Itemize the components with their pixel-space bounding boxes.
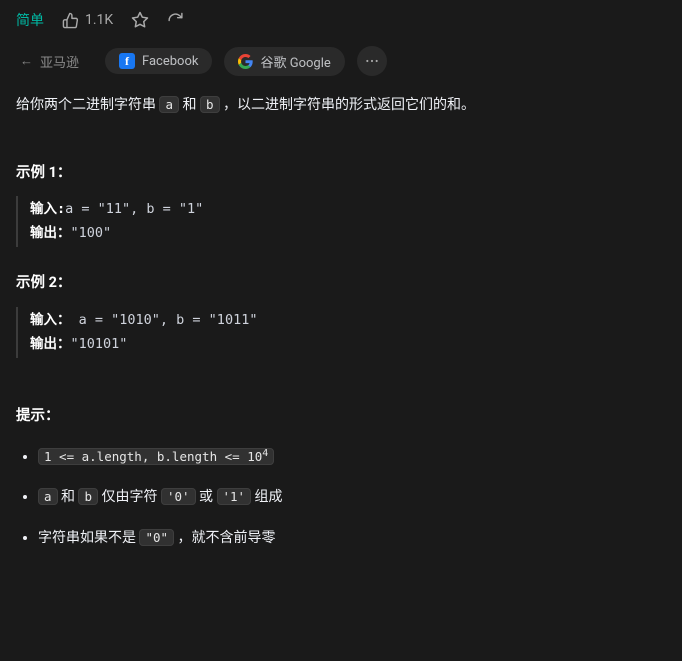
constraint-item: a 和 b 仅由字符 '0' 或 '1' 组成 xyxy=(38,484,666,511)
star-icon xyxy=(131,11,149,29)
tag-prev[interactable]: ← 亚马逊 xyxy=(16,47,93,76)
example1-block: 输入:a = "11", b = "1" 输出："100" xyxy=(16,196,666,247)
tag-label: 亚马逊 xyxy=(40,52,79,71)
like-button[interactable]: 1.1K xyxy=(62,12,113,29)
problem-description: 给你两个二进制字符串 a 和 b ，以二进制字符串的形式返回它们的和。 xyxy=(16,92,666,119)
google-icon xyxy=(238,54,253,69)
chevron-left-icon: ← xyxy=(20,53,33,69)
example2-title: 示例 2： xyxy=(16,269,666,297)
constraint-item: 字符串如果不是 "0" ，就不含前导零 xyxy=(38,525,666,552)
constraint-code: 1 <= a.length, b.length <= 104 xyxy=(38,448,274,465)
like-count: 1.1K xyxy=(85,12,113,28)
more-tags-button[interactable] xyxy=(357,46,387,76)
output-label: 输出： xyxy=(30,225,71,241)
output-label: 输出： xyxy=(30,336,71,352)
output-value: "100" xyxy=(71,225,112,241)
tag-facebook[interactable]: f Facebook xyxy=(105,48,212,74)
constraint-item: 1 <= a.length, b.length <= 104 xyxy=(38,444,666,471)
constraints-title: 提示： xyxy=(16,402,666,430)
company-tags: ← 亚马逊 f Facebook 谷歌 Google xyxy=(0,34,682,86)
difficulty-badge: 简单 xyxy=(16,10,44,30)
char-one: '1' xyxy=(217,488,252,505)
facebook-icon: f xyxy=(119,53,135,69)
share-icon xyxy=(167,12,184,29)
input-value: a = "11", b = "1" xyxy=(65,201,203,217)
tag-label: Facebook xyxy=(142,54,198,69)
var-b: b xyxy=(78,488,98,505)
var-b: b xyxy=(200,96,220,113)
tag-google[interactable]: 谷歌 Google xyxy=(224,47,344,76)
output-value: "10101" xyxy=(71,336,128,352)
thumbs-up-icon xyxy=(62,12,79,29)
example2-block: 输入： a = "1010", b = "1011" 输出："10101" xyxy=(16,307,666,358)
header-bar: 简单 1.1K xyxy=(0,0,682,34)
example1-title: 示例 1： xyxy=(16,159,666,187)
constraints-section: 提示： 1 <= a.length, b.length <= 104 a 和 b… xyxy=(16,402,666,551)
tag-label: 谷歌 Google xyxy=(260,52,330,71)
input-value: a = "1010", b = "1011" xyxy=(79,312,258,328)
input-label: 输入： xyxy=(30,312,71,328)
input-label: 输入: xyxy=(30,201,65,217)
var-a: a xyxy=(38,488,58,505)
share-button[interactable] xyxy=(167,12,184,29)
str-zero: "0" xyxy=(139,529,174,546)
ellipsis-icon xyxy=(364,53,380,69)
var-a: a xyxy=(159,96,179,113)
favorite-button[interactable] xyxy=(131,11,149,29)
char-zero: '0' xyxy=(161,488,196,505)
problem-content: 给你两个二进制字符串 a 和 b ，以二进制字符串的形式返回它们的和。 示例 1… xyxy=(0,86,682,586)
